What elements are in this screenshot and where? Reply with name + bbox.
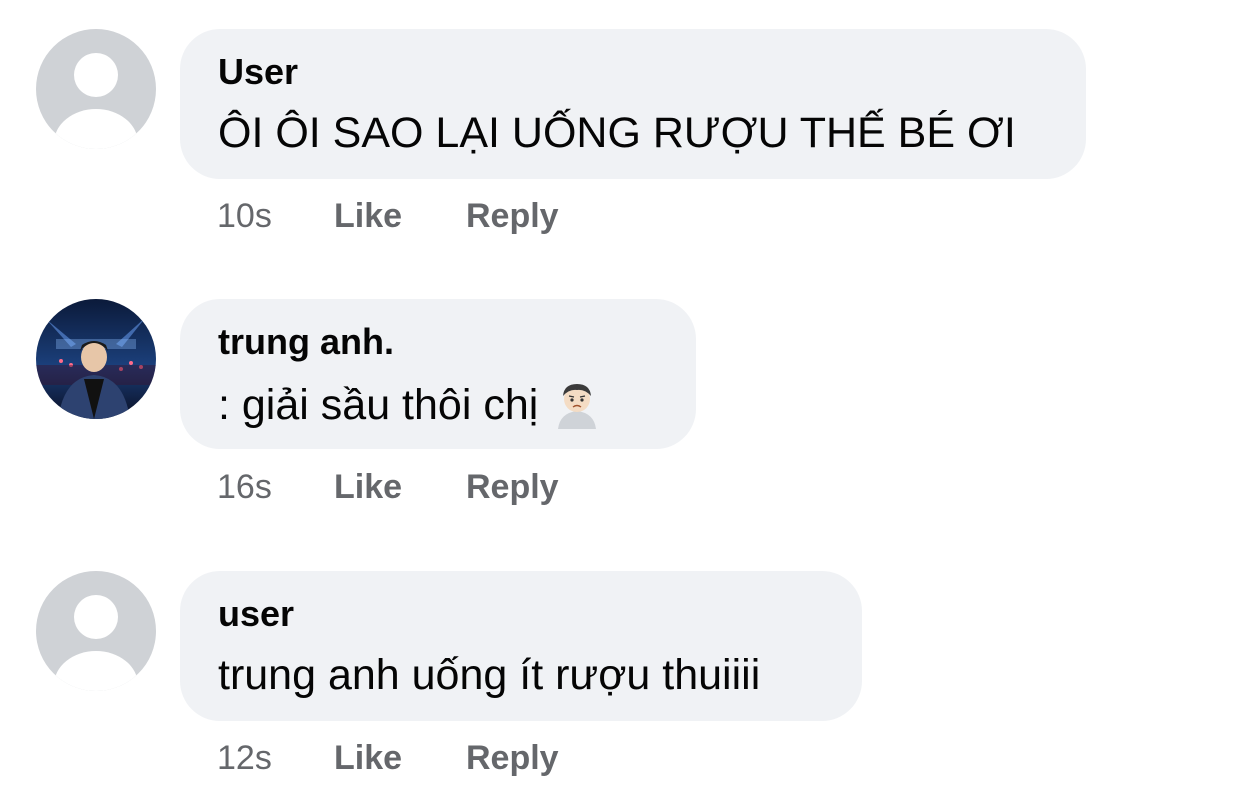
comment-time[interactable]: 12s <box>217 739 272 778</box>
default-avatar-icon <box>36 571 156 691</box>
reply-button[interactable]: Reply <box>466 739 559 778</box>
comment-text: trung anh uống ít rượu thuiiii <box>218 651 761 699</box>
like-button[interactable]: Like <box>334 739 402 778</box>
comment-author[interactable]: user <box>218 593 294 635</box>
avatar[interactable] <box>36 571 156 691</box>
comment-bubble: user trung anh uống ít rượu thuiiii <box>180 571 862 721</box>
comment-3: user trung anh uống ít rượu thuiiii 12s … <box>0 0 1242 794</box>
